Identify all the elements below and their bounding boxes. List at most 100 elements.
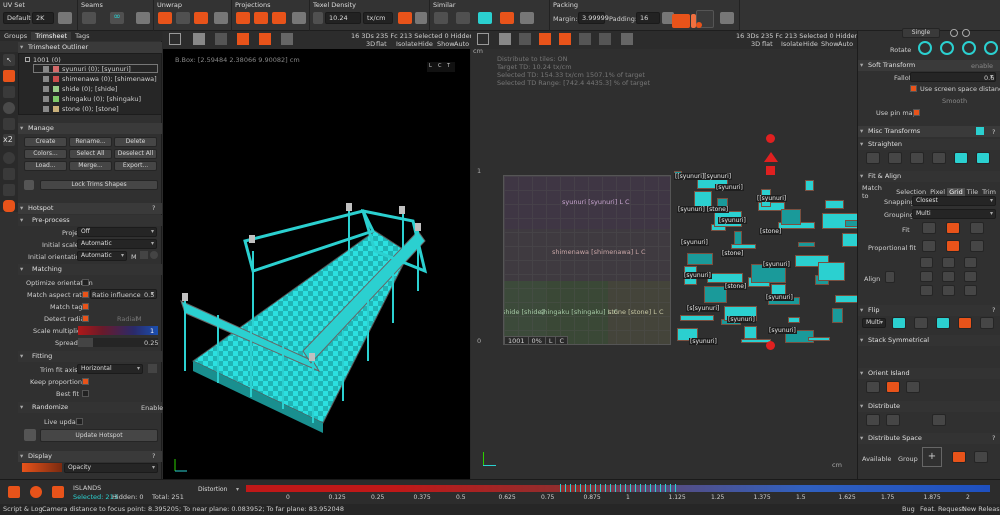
keep-proportions-checkbox[interactable]: [82, 378, 89, 385]
display-help-icon[interactable]: ?: [152, 452, 155, 460]
update-hotspot-button[interactable]: Update Hotspot: [40, 429, 158, 442]
straighten-header[interactable]: Straighten: [858, 139, 1000, 150]
orient-1-icon[interactable]: [866, 381, 880, 393]
single-toggle[interactable]: Single: [902, 28, 940, 38]
gizmo-pivot-handle[interactable]: [766, 341, 775, 350]
uv-island[interactable]: [835, 295, 857, 303]
flip-dropdown[interactable]: Multi: [862, 318, 886, 328]
cube-icon[interactable]: [3, 184, 15, 196]
opacity-dropdown[interactable]: Opacity: [64, 463, 158, 473]
projection-cylinder-icon[interactable]: [272, 12, 286, 24]
projections-settings-icon[interactable]: [292, 12, 306, 24]
snapping-dropdown[interactable]: Closest: [912, 196, 996, 206]
distribute-plus-icon[interactable]: +: [922, 447, 942, 467]
manage-button[interactable]: Rename...: [69, 137, 112, 147]
orient-eye-icon[interactable]: [150, 251, 158, 259]
padding-field[interactable]: 16: [636, 12, 660, 24]
uv-island[interactable]: [788, 317, 800, 323]
orient-menu-icon[interactable]: [140, 251, 148, 259]
similar-settings-icon[interactable]: [520, 12, 534, 24]
matching-header[interactable]: Matching: [18, 264, 162, 275]
flip-header[interactable]: Flip: [858, 305, 1000, 316]
display-header[interactable]: Display: [18, 451, 162, 462]
seam-cut-icon[interactable]: [82, 12, 96, 24]
scale-multiplier-slider[interactable]: [78, 326, 158, 335]
tab-trimsheet[interactable]: Trimsheet: [31, 32, 72, 40]
trim-color-swatch[interactable]: [53, 76, 59, 82]
align-cell-icon[interactable]: [942, 271, 955, 282]
pivot-icon[interactable]: [950, 29, 958, 37]
manage-header[interactable]: Manage: [18, 123, 162, 134]
available-label[interactable]: Available: [862, 455, 891, 463]
flip-h-icon[interactable]: [892, 317, 906, 329]
match-tile[interactable]: Tile: [965, 188, 980, 196]
manage-button[interactable]: Select All: [69, 149, 112, 159]
similar-stack-icon[interactable]: [456, 12, 470, 24]
flip-help-icon[interactable]: ?: [992, 306, 995, 314]
preprocess-header[interactable]: Pre-process: [18, 215, 162, 226]
uvset-dropdown[interactable]: Default: [3, 12, 31, 24]
islands-cycle-icon[interactable]: [52, 486, 64, 498]
uv-island[interactable]: [832, 308, 843, 323]
manage-button[interactable]: Export...: [114, 161, 157, 171]
texel-apply-icon[interactable]: [398, 12, 412, 24]
pack-icon[interactable]: [672, 14, 690, 28]
outliner-item[interactable]: syunuri (0); [syunuri]: [62, 65, 131, 73]
tile-c[interactable]: C: [555, 337, 567, 344]
uv-viewport[interactable]: 16 3Ds 235 Fc 213 Selected 0 Hidden 3D f…: [471, 31, 859, 479]
uv-settings-icon[interactable]: [621, 33, 633, 45]
fit-align-header[interactable]: Fit & Align: [858, 171, 1000, 182]
distribute-space-1-icon[interactable]: [952, 451, 966, 463]
projection-planar-icon[interactable]: [236, 12, 250, 24]
lock-trims-button[interactable]: Lock Trims Shapes: [40, 180, 158, 190]
trim-fit-axis-dropdown[interactable]: Horizontal: [77, 364, 143, 374]
manage-button[interactable]: Delete: [114, 137, 157, 147]
best-fit-checkbox[interactable]: [82, 390, 89, 397]
distribute-3-icon[interactable]: [932, 414, 946, 426]
feature-request-link[interactable]: Feat. Request: [920, 504, 964, 515]
outliner-item[interactable]: shide (0); [shide]: [62, 85, 117, 93]
margin-field[interactable]: 3.99999: [578, 12, 609, 24]
outliner-item[interactable]: shingaku (0); [shingaku]: [62, 95, 141, 103]
fit-both-icon[interactable]: [946, 222, 960, 234]
trim-color-swatch[interactable]: [53, 66, 59, 72]
projection-box-icon[interactable]: [254, 12, 268, 24]
rotate-90-icon[interactable]: [962, 41, 976, 55]
uv-island[interactable]: [798, 242, 815, 247]
flip-d2-icon[interactable]: [958, 317, 972, 329]
texel-unit-dropdown[interactable]: tx/cm: [363, 12, 393, 24]
unwrap-magnet-icon[interactable]: [158, 12, 172, 24]
manage-button[interactable]: Deselect All: [114, 149, 157, 159]
match-tags-checkbox[interactable]: [82, 303, 89, 310]
texel-picker-icon[interactable]: [313, 12, 323, 24]
trimsheet-outliner-header[interactable]: Trimsheet Outliner: [18, 42, 162, 53]
box-icon[interactable]: [3, 168, 15, 180]
uv-mode-hide[interactable]: Hide: [803, 40, 818, 48]
checker-icon[interactable]: [3, 86, 15, 98]
hotspot-help-icon[interactable]: ?: [152, 204, 155, 212]
optimize-orientation-checkbox[interactable]: [82, 279, 89, 286]
trim-tool-icon[interactable]: [3, 70, 15, 82]
flip-d3-icon[interactable]: [980, 317, 994, 329]
radial-value[interactable]: M: [136, 315, 142, 323]
outliner-item[interactable]: shimenawa (0); [shimenawa]: [62, 75, 157, 83]
align-cell-icon[interactable]: [942, 285, 955, 296]
pfit-v-icon[interactable]: [970, 240, 984, 252]
align-cell-icon[interactable]: [920, 257, 933, 268]
orient-3-icon[interactable]: [906, 381, 920, 393]
straighten-grid-icon[interactable]: [954, 152, 968, 164]
islands-stop-icon[interactable]: [8, 486, 20, 498]
uv-island[interactable]: [707, 273, 743, 283]
initial-scale-dropdown[interactable]: Automatic: [77, 239, 157, 249]
align-cell-icon[interactable]: [964, 285, 977, 296]
distribute-space-header[interactable]: Distribute Space: [858, 433, 1000, 444]
bridge-model[interactable]: [163, 31, 470, 479]
soft-transform-enable[interactable]: enable: [971, 62, 993, 70]
tile-l[interactable]: L: [544, 337, 556, 344]
screen-space-checkbox[interactable]: [910, 85, 917, 92]
similar-layers-icon[interactable]: [478, 12, 492, 24]
x2-icon[interactable]: x2: [3, 134, 15, 146]
fit-v-icon[interactable]: [970, 222, 984, 234]
uv-tile[interactable]: syunuri [syunuri] L C shimenawa [shimena…: [503, 175, 671, 345]
uv-frame-icon[interactable]: [477, 33, 489, 45]
